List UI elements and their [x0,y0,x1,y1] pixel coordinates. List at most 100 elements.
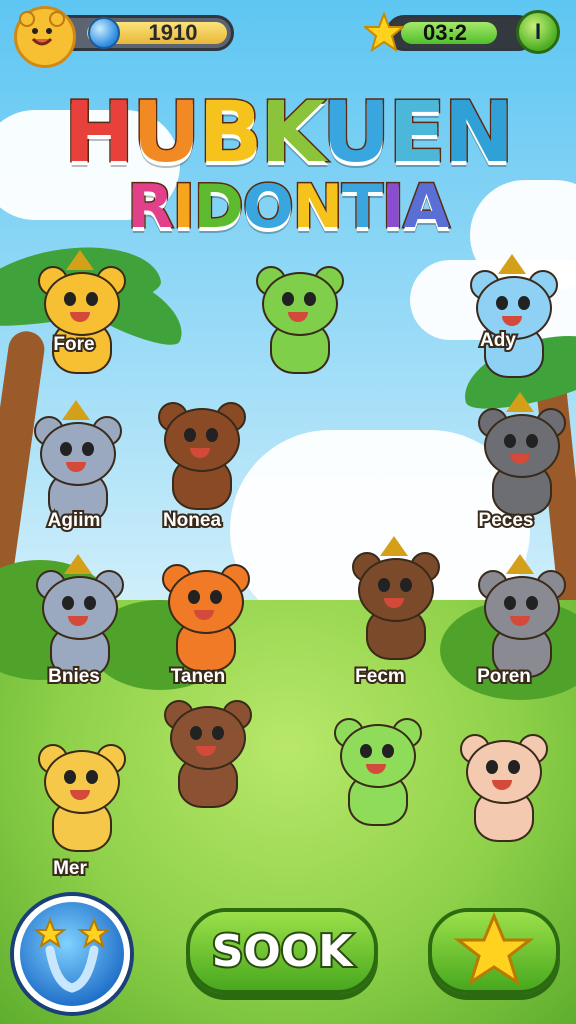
character-label: Ady [478,328,518,353]
player-avatar[interactable] [14,6,76,68]
title-letter: I [171,171,196,244]
title-letter: O [241,171,295,244]
title-letter: K [259,82,326,183]
character-eye [496,296,508,310]
character-eye [82,442,94,456]
title-line-1: HUBKUEN [0,82,576,183]
character-eye [64,770,76,784]
character-nonea[interactable] [150,398,250,510]
special-power-button[interactable] [14,896,130,1012]
character-eye [184,428,196,442]
character-tanen[interactable] [154,560,254,672]
character-head [340,724,416,788]
title-letter: I [380,171,405,244]
title-line-2: RIDONTIA [0,171,576,244]
character-label: Mer [51,856,89,881]
character-head [484,576,560,640]
character-eye [526,596,538,610]
character-eye [86,292,98,306]
crown-hat-icon [506,392,534,412]
title-letter: N [291,171,344,244]
crown-hat-icon [380,536,408,556]
character-label: Tanen [169,664,228,689]
green-frog-character[interactable] [248,262,348,374]
character-fecm[interactable] [344,536,444,660]
character-eye [504,596,516,610]
title-letter: B [197,82,264,183]
character-label: Agiim [46,508,103,533]
character-agiim[interactable] [26,400,126,524]
character-eye [400,578,412,592]
pause-button[interactable]: I [516,10,560,54]
character-eye [486,760,498,774]
crown-hat-icon [66,250,94,270]
title-letter: H [62,82,135,183]
character-ady[interactable] [462,254,562,378]
title-letter: D [192,171,245,244]
character-eye [188,590,200,604]
character-label: Poren [475,664,533,689]
character-head [168,570,244,634]
character-eye [304,292,316,306]
title-letter: U [321,82,392,183]
character-eye [508,760,520,774]
character-head [358,558,434,622]
character-eye [518,296,530,310]
bear-face-icon [19,11,65,46]
character-eye [86,770,98,784]
magic-stars-icon [33,917,111,993]
character-poren[interactable] [470,554,570,678]
character-label: Fecm [353,664,407,689]
character-head [42,576,118,640]
character-head [466,740,542,804]
favorite-star-button[interactable] [428,908,560,994]
crown-hat-icon [498,254,526,274]
coin-value: 1910 [148,20,198,45]
timer-bar: 03:2 [386,15,536,51]
character-eye [360,744,372,758]
character-eye [504,434,516,448]
character-eye [282,292,294,306]
title-letter: A [402,171,451,244]
character-peces[interactable] [470,392,570,516]
character-head [44,750,120,814]
character-eye [190,726,202,740]
timer-value: 03:2 [423,20,468,45]
crown-hat-icon [62,400,90,420]
crown-hat-icon [64,554,92,574]
character-mer[interactable] [30,740,130,852]
character-head [484,414,560,478]
sook-button[interactable]: SOOK [186,908,378,994]
star-icon [364,12,404,52]
character-eye [526,434,538,448]
character-eye [62,596,74,610]
character-eye [84,596,96,610]
sook-button-label: SOOK [210,924,355,979]
character-head [44,272,120,336]
character-eye [212,726,224,740]
character-label: Bnies [46,664,102,689]
title-letter: E [387,82,447,183]
brown-bear-character[interactable] [156,696,256,808]
title-letter: T [340,171,384,244]
title-letter: U [131,82,202,183]
character-eye [382,744,394,758]
crown-hat-icon [506,554,534,574]
character-label: Fore [51,332,96,357]
baby-character[interactable] [452,730,552,842]
character-bnies[interactable] [28,554,128,678]
gem-icon [88,17,120,49]
character-head [170,706,246,770]
character-label: Nonea [161,508,223,533]
character-eye [378,578,390,592]
character-eye [60,442,72,456]
character-eye [210,590,222,604]
star-icon [453,912,535,986]
character-head [164,408,240,472]
character-eye [206,428,218,442]
green-bear-character[interactable] [326,714,426,826]
character-head [262,272,338,336]
character-label: Peces [477,508,536,533]
character-eye [64,292,76,306]
title-letter: N [442,82,515,183]
